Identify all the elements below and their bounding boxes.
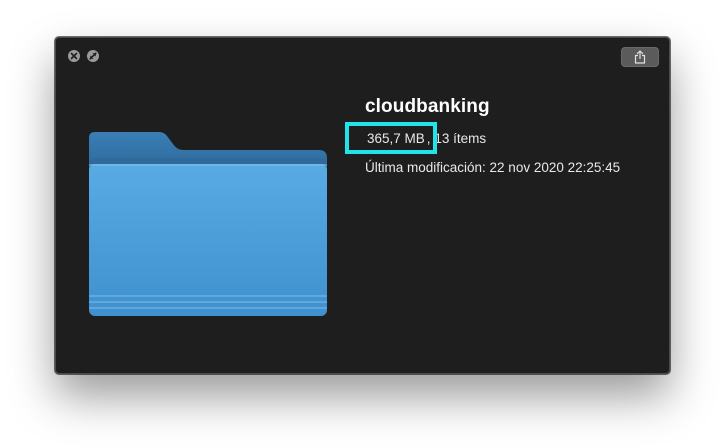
- item-count: 13 ítems: [434, 131, 487, 146]
- close-button[interactable]: [68, 50, 80, 62]
- folder-icon: [89, 132, 327, 316]
- share-icon: [634, 50, 646, 64]
- close-icon: [70, 52, 78, 60]
- quicklook-window: cloudbanking 365,7 MB, 13 ítems Última m…: [55, 37, 670, 374]
- modified-date: Última modificación: 22 nov 2020 22:25:4…: [365, 160, 621, 175]
- share-button[interactable]: [621, 47, 659, 67]
- fullscreen-button[interactable]: [87, 50, 99, 62]
- file-name: cloudbanking: [365, 96, 490, 117]
- fullscreen-icon: [89, 52, 97, 60]
- file-size: 365,7 MB: [345, 122, 437, 154]
- size-info: 365,7 MB, 13 ítems: [345, 122, 487, 154]
